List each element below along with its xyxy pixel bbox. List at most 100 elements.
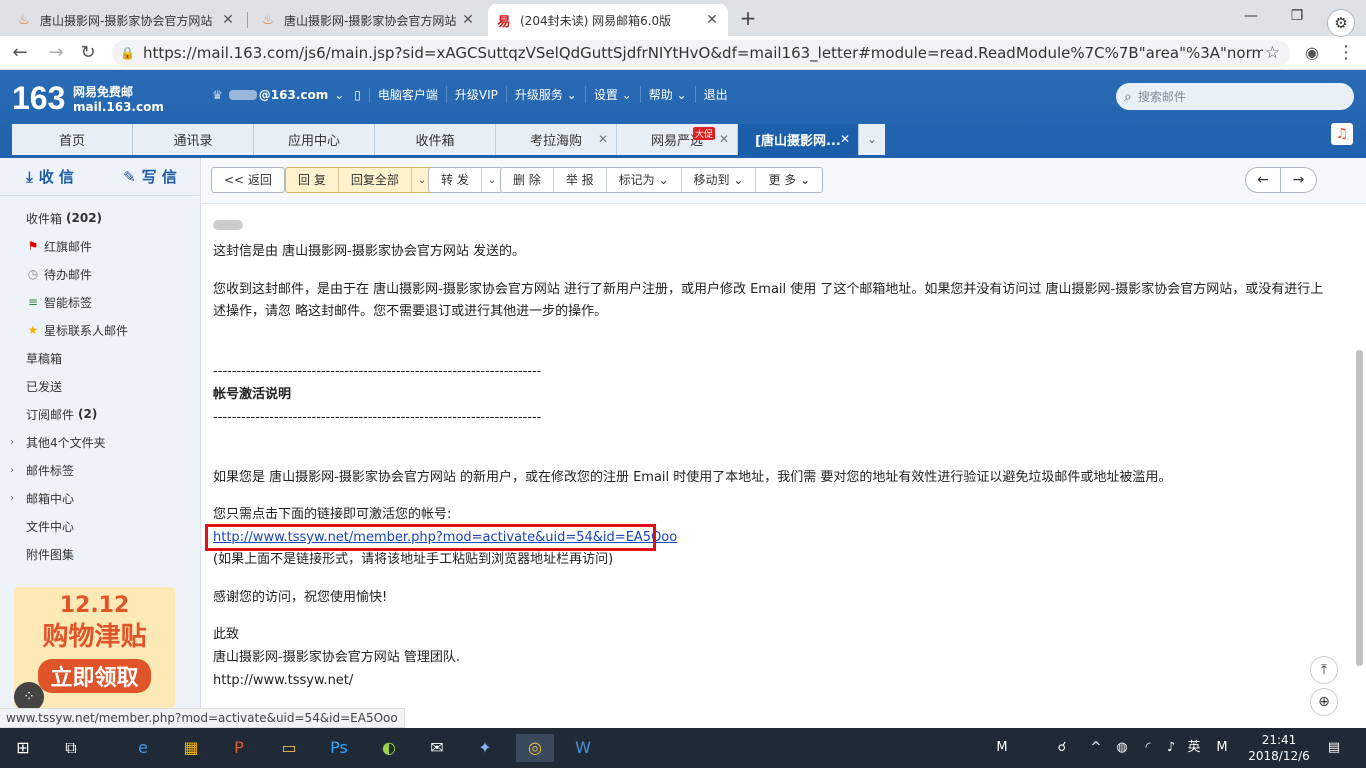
chrome-icon[interactable]: ◎	[516, 734, 554, 762]
close-icon[interactable]: ✕	[460, 12, 476, 28]
tab-contacts[interactable]: 通讯录	[133, 124, 254, 155]
nav-help[interactable]: 帮助 ⌄	[641, 86, 696, 103]
reply-button[interactable]: 回 复	[286, 168, 339, 192]
network-icon[interactable]: ◍	[1112, 734, 1132, 762]
nav-help-label: 帮助	[648, 88, 673, 102]
next-mail-button[interactable]: →	[1281, 167, 1317, 193]
back-arrow-icon[interactable]: ←	[8, 41, 32, 65]
notifications-icon[interactable]: ▤	[1322, 734, 1346, 762]
browser-tab-3[interactable]: 易 (204封未读) 网易邮箱6.0版 ✕	[488, 4, 728, 36]
receive-button[interactable]: ⤓ 收 信	[0, 158, 100, 195]
tab-more-button[interactable]: ⌄	[859, 124, 885, 155]
tab-app-center[interactable]: 应用中心	[254, 124, 375, 155]
mail-icon[interactable]: ✉	[422, 734, 452, 762]
photoshop-icon[interactable]: Ps	[324, 734, 354, 762]
tab-kaola[interactable]: 考拉海购 ✕	[496, 124, 617, 155]
url-field[interactable]: 🔒 https://mail.163.com/js6/main.jsp?sid=…	[112, 40, 1290, 66]
mark-as-button[interactable]: 标记为 ⌄	[607, 168, 682, 192]
gear-icon[interactable]: ⚙	[1327, 9, 1355, 37]
store-icon[interactable]: ▦	[176, 734, 206, 762]
close-icon[interactable]: ✕	[719, 132, 729, 146]
user-account[interactable]: ♛ @163.com ⌄ ▯	[204, 87, 370, 102]
more-button[interactable]: 更 多 ⌄	[756, 168, 822, 192]
volume-icon[interactable]: ♪	[1162, 734, 1180, 762]
folder-attachments[interactable]: 附件图集	[0, 540, 200, 568]
delete-button[interactable]: 删 除	[501, 168, 554, 192]
zoom-icon[interactable]: ⊕	[1310, 688, 1338, 716]
download-icon: ⤓	[26, 167, 33, 186]
folder-label: 智能标签	[44, 295, 93, 310]
folder-other[interactable]: › 其他4个文件夹	[0, 428, 200, 456]
word-icon[interactable]: W	[568, 734, 598, 762]
folder-file-center[interactable]: 文件中心	[0, 512, 200, 540]
minimize-button[interactable]: —	[1228, 0, 1274, 32]
ime-mode-icon[interactable]: M	[1210, 734, 1234, 762]
promo-claim-button[interactable]: 立即领取	[38, 659, 151, 693]
powerpoint-icon[interactable]: P	[224, 734, 254, 762]
restore-button[interactable]: ❐	[1274, 0, 1320, 32]
site-line[interactable]: http://www.tssyw.net/	[213, 670, 353, 692]
folder-label: 附件图集	[26, 547, 75, 562]
nav-upgrade-service[interactable]: 升级服务 ⌄	[507, 86, 586, 103]
ime-icon[interactable]: M	[990, 734, 1014, 762]
search-input[interactable]: ⌕ 搜索邮件	[1116, 83, 1354, 110]
browser-tab-1[interactable]: ♨ 唐山摄影网-摄影家协会官方网站 ✕	[8, 4, 244, 36]
new-tab-button[interactable]: +	[738, 6, 758, 30]
logo-163[interactable]: 163	[12, 80, 65, 117]
scrollbar[interactable]	[1356, 350, 1363, 666]
reload-icon[interactable]: ↻	[76, 41, 100, 65]
folder-flagged[interactable]: ⚑ 红旗邮件	[0, 232, 200, 260]
tab-label: 收件箱	[415, 134, 455, 149]
phone-icon[interactable]: ▯	[354, 88, 361, 102]
clock[interactable]: 21:41 2018/12/6	[1248, 732, 1310, 764]
user-icon[interactable]: ☌	[1052, 734, 1072, 762]
tab-yanxuan[interactable]: 网易严选 大促 ✕	[617, 124, 738, 155]
folder-label: 星标联系人邮件	[44, 323, 129, 338]
close-icon[interactable]: ✕	[598, 132, 608, 146]
folder-subscriptions[interactable]: 订阅邮件 (2)	[0, 400, 200, 428]
account-icon[interactable]: ◉	[1300, 41, 1324, 65]
folder-icon[interactable]: ▭	[274, 734, 304, 762]
forward-button[interactable]: 转 发	[429, 168, 482, 192]
folder-inbox[interactable]: 收件箱 (202)	[0, 204, 200, 232]
ime-lang[interactable]: 英	[1184, 734, 1204, 762]
folder-mailbox-center[interactable]: › 邮箱中心	[0, 484, 200, 512]
nav-settings[interactable]: 设置 ⌄	[586, 86, 641, 103]
taskbar: ⊞ ⧉ e ▦ P ▭ Ps ◐ ✉ ✦ ◎ W M ☌ ^ ◍ ◜ ♪ 英 M…	[0, 728, 1366, 768]
menu-icon[interactable]: ⋮	[1334, 41, 1358, 65]
wifi-icon[interactable]: ◜	[1138, 734, 1158, 762]
close-icon[interactable]: ✕	[840, 132, 850, 146]
edge-icon[interactable]: e	[128, 734, 158, 762]
prev-mail-button[interactable]: ←	[1245, 167, 1281, 193]
folder-starred-contacts[interactable]: ★ 星标联系人邮件	[0, 316, 200, 344]
folder-mail-tags[interactable]: › 邮件标签	[0, 456, 200, 484]
reply-all-button[interactable]: 回复全部	[339, 168, 412, 192]
browser-tab-2[interactable]: ♨ 唐山摄影网-摄影家协会官方网站 ✕	[252, 4, 484, 36]
nav-upgrade-vip[interactable]: 升级VIP	[447, 86, 507, 103]
close-icon[interactable]: ✕	[220, 12, 236, 28]
tab-current-mail[interactable]: [唐山摄影网... ✕	[738, 124, 859, 155]
scroll-top-icon[interactable]: ⤒	[1310, 656, 1338, 684]
move-to-button[interactable]: 移动到 ⌄	[682, 168, 757, 192]
chevron-up-icon[interactable]: ^	[1088, 734, 1104, 762]
browser-tab-title: 唐山摄影网-摄影家协会官方网站	[40, 13, 213, 28]
close-icon[interactable]: ✕	[704, 12, 720, 28]
folder-sent[interactable]: 已发送	[0, 372, 200, 400]
music-icon[interactable]: ♫	[1331, 123, 1353, 145]
task-view-icon[interactable]: ⧉	[56, 734, 86, 762]
bookmark-star-icon[interactable]: ☆	[1265, 43, 1280, 63]
compose-button[interactable]: ✎ 写 信	[100, 158, 200, 195]
report-button[interactable]: 举 报	[554, 168, 607, 192]
folder-drafts[interactable]: 草稿箱	[0, 344, 200, 372]
nav-desktop-client[interactable]: 电脑客户端	[370, 86, 447, 103]
tab-inbox[interactable]: 收件箱	[375, 124, 496, 155]
app-icon[interactable]: ◐	[374, 734, 404, 762]
tab-home[interactable]: 首页	[12, 124, 133, 155]
folder-todo[interactable]: ◷ 待办邮件	[0, 260, 200, 288]
app-icon[interactable]: ✦	[470, 734, 500, 762]
folder-smart-tags[interactable]: ≡ 智能标签	[0, 288, 200, 316]
back-button[interactable]: << 返回	[211, 167, 285, 193]
nav-logout[interactable]: 退出	[696, 86, 736, 103]
forward-arrow-icon[interactable]: →	[44, 41, 68, 65]
windows-start-icon[interactable]: ⊞	[8, 734, 38, 762]
